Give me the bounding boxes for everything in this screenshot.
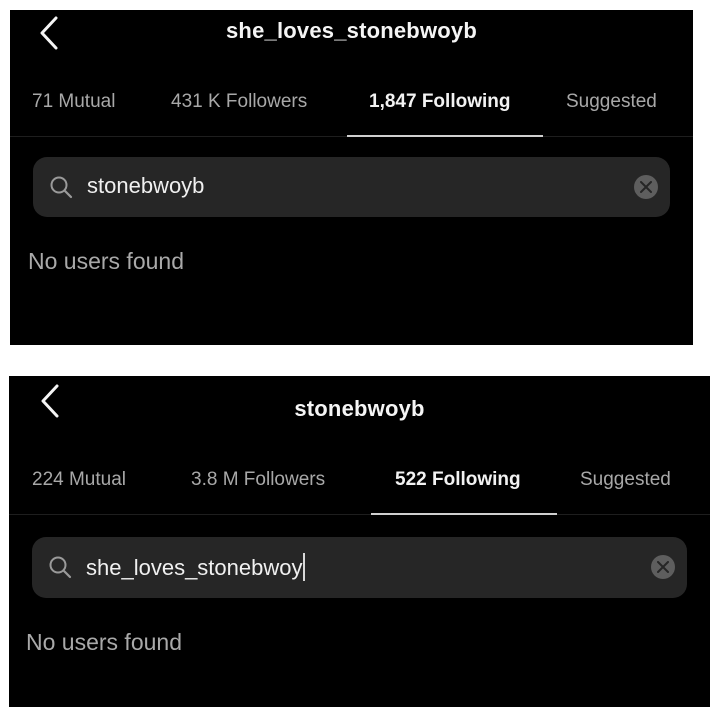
search-input[interactable]: she_loves_stonebwoy [86, 553, 306, 581]
tab-suggested[interactable]: Suggested [566, 91, 657, 113]
clear-search-button[interactable] [634, 175, 658, 199]
following-screen-she-loves-stonebwoyb: she_loves_stonebwoyb 71 Mutual 431 K Fol… [10, 10, 693, 345]
search-field[interactable]: stonebwoyb [33, 157, 670, 217]
search-input[interactable]: stonebwoyb [87, 173, 204, 199]
empty-state-message: No users found [28, 248, 184, 274]
active-tab-indicator [371, 513, 557, 515]
tab-bar: 71 Mutual 431 K Followers 1,847 Followin… [10, 78, 693, 137]
clear-search-button[interactable] [651, 555, 675, 579]
empty-state-message: No users found [26, 629, 182, 655]
tab-mutual[interactable]: 71 Mutual [32, 91, 115, 113]
text-cursor [303, 553, 306, 581]
search-field[interactable]: she_loves_stonebwoy [32, 537, 687, 598]
search-icon [49, 556, 72, 579]
active-tab-indicator [347, 135, 543, 137]
tab-following[interactable]: 522 Following [395, 469, 521, 491]
search-input-text: she_loves_stonebwoy [86, 555, 303, 580]
tab-mutual[interactable]: 224 Mutual [32, 469, 126, 491]
profile-title: she_loves_stonebwoyb [226, 18, 477, 43]
search-icon [50, 176, 73, 199]
clear-icon [640, 181, 652, 193]
tab-suggested[interactable]: Suggested [580, 469, 671, 491]
tab-followers[interactable]: 3.8 M Followers [191, 469, 325, 491]
clear-icon [657, 561, 669, 573]
following-screen-stonebwoyb: stonebwoyb 224 Mutual 3.8 M Followers 52… [9, 376, 710, 707]
tab-followers[interactable]: 431 K Followers [171, 91, 307, 113]
profile-title: stonebwoyb [294, 396, 425, 421]
tab-following[interactable]: 1,847 Following [369, 91, 510, 113]
tab-bar: 224 Mutual 3.8 M Followers 522 Following… [9, 456, 710, 515]
